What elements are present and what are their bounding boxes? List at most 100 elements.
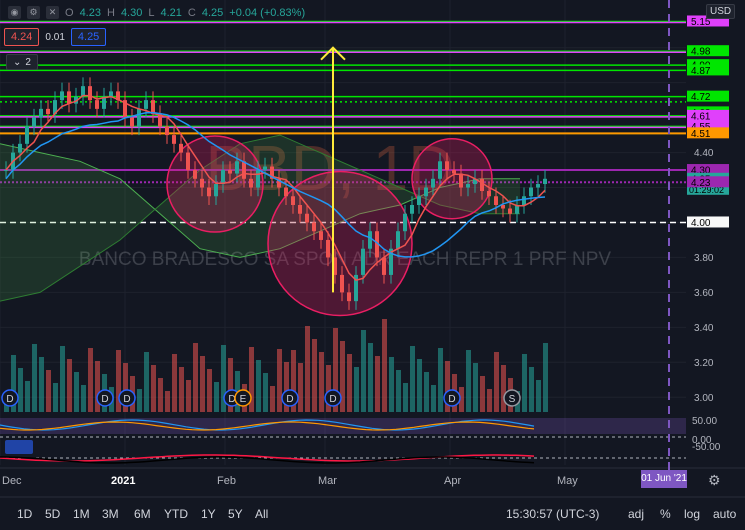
volume-bar	[18, 368, 23, 412]
chart-canvas[interactable]: BBD, 1D BANCO BRADESCO SA SPON ADR EACH …	[0, 0, 745, 530]
candle-body	[172, 135, 176, 144]
candle-body	[235, 161, 239, 174]
candle-body	[452, 170, 456, 174]
spread-value: 0.01	[45, 31, 65, 43]
volume-bar	[200, 356, 205, 412]
candle-body	[137, 108, 141, 127]
candle-body	[340, 274, 344, 293]
high-value: 4.30	[120, 6, 143, 19]
candle-body	[67, 91, 71, 104]
candle-body	[200, 178, 204, 188]
price-tick: 3.20	[694, 358, 714, 369]
currency-badge[interactable]: USD	[706, 4, 736, 19]
timeframe-5d[interactable]: 5D	[45, 498, 60, 530]
percent-toggle[interactable]: %	[660, 498, 671, 530]
buy-button[interactable]: 4.25	[70, 28, 107, 46]
volume-bar	[277, 349, 282, 412]
timeframe-ytd[interactable]: YTD	[164, 498, 188, 530]
price-tick: 3.40	[694, 323, 714, 334]
time-tick: Apr	[444, 475, 461, 487]
volume-bar	[368, 343, 373, 412]
candle-body	[186, 152, 190, 171]
volume-bar	[53, 383, 58, 412]
candle-body	[214, 184, 218, 197]
candle-body	[487, 191, 491, 197]
volume-bar	[305, 326, 310, 412]
candle-body	[326, 239, 330, 258]
volume-bar	[494, 352, 499, 412]
time-tick: Feb	[217, 475, 236, 487]
volume-bar	[81, 385, 86, 412]
candle-body	[298, 205, 302, 214]
time-axis[interactable]: Dec 2021 Feb Mar Apr May	[0, 467, 745, 498]
volume-bar	[410, 346, 415, 412]
cloud-toggle-icon[interactable]	[5, 440, 33, 454]
volume-bar	[158, 378, 163, 412]
timeframe-3m[interactable]: 3M	[102, 498, 119, 530]
candle-body	[319, 231, 323, 240]
volume-bar	[179, 367, 184, 412]
price-tick: 3.00	[694, 393, 714, 404]
price-axis[interactable]: 5.154.984.904.874.724.634.614.554.514.40…	[686, 0, 745, 468]
auto-toggle[interactable]: auto	[713, 498, 736, 530]
volume-bar	[172, 354, 177, 412]
gear-icon[interactable]: ⚙	[708, 472, 721, 489]
candle-body	[39, 108, 43, 118]
candle-body	[249, 178, 253, 188]
event-marker-label: D	[286, 394, 293, 405]
candle-body	[312, 222, 316, 232]
candle-body	[32, 117, 36, 127]
price-label: 4.87	[691, 66, 711, 77]
adj-toggle[interactable]: adj	[628, 498, 644, 530]
log-toggle[interactable]: log	[684, 498, 700, 530]
volume-bar	[438, 348, 443, 412]
candle-body	[508, 208, 512, 214]
volume-bar	[375, 356, 380, 412]
volume-bars	[4, 319, 548, 412]
candle-body	[396, 231, 400, 249]
timeframe-1m[interactable]: 1M	[73, 498, 90, 530]
candle-body	[179, 143, 183, 153]
indicators-toggle-button[interactable]: ⌄ 2	[6, 54, 38, 70]
change-value: +0.04 (+0.83%)	[229, 6, 306, 19]
timeframe-6m[interactable]: 6M	[134, 498, 151, 530]
candle-body	[368, 231, 372, 249]
candle-body	[165, 126, 169, 136]
candle-body	[445, 161, 449, 171]
volume-bar	[403, 383, 408, 412]
settings-icon[interactable]: ⚙	[27, 6, 40, 19]
ohlc-legend: ◉ ⚙ ✕ O 4.23 H 4.30 L 4.21 C 4.25 +0.04 (+0.…	[8, 6, 305, 19]
event-marker-label: D	[123, 394, 130, 405]
candle-body	[95, 100, 99, 109]
volume-bar	[431, 385, 436, 412]
open-value: 4.23	[79, 6, 101, 19]
price-tick: 4.40	[694, 148, 714, 159]
oscillator-pane	[0, 418, 686, 464]
candle-body	[284, 187, 288, 197]
event-marker-label: S	[509, 394, 516, 405]
sell-button[interactable]: 4.24	[4, 28, 40, 46]
close-icon[interactable]: ✕	[46, 6, 59, 19]
timeframe-all[interactable]: All	[255, 498, 268, 530]
volume-bar	[487, 389, 492, 412]
clock-display[interactable]: 15:30:57 (UTC-3)	[506, 498, 599, 530]
event-marker-label: D	[6, 394, 13, 405]
oscillator-tick: -50.00	[692, 442, 721, 453]
volume-bar	[144, 352, 149, 412]
candle-body	[144, 100, 148, 109]
timeframe-5y[interactable]: 5Y	[228, 498, 243, 530]
timeframe-1y[interactable]: 1Y	[201, 498, 216, 530]
candle-body	[417, 196, 421, 205]
volume-bar	[25, 381, 30, 412]
volume-bar	[543, 343, 548, 412]
candle-body	[4, 170, 8, 172]
candle-body	[424, 187, 428, 197]
candle-body	[480, 178, 484, 192]
volume-bar	[60, 346, 65, 412]
candle-body	[459, 173, 463, 188]
timeframe-1d[interactable]: 1D	[17, 498, 32, 530]
eye-icon[interactable]: ◉	[8, 6, 21, 19]
volume-bar	[529, 367, 534, 412]
volume-bar	[354, 367, 359, 412]
candle-body	[18, 143, 22, 153]
